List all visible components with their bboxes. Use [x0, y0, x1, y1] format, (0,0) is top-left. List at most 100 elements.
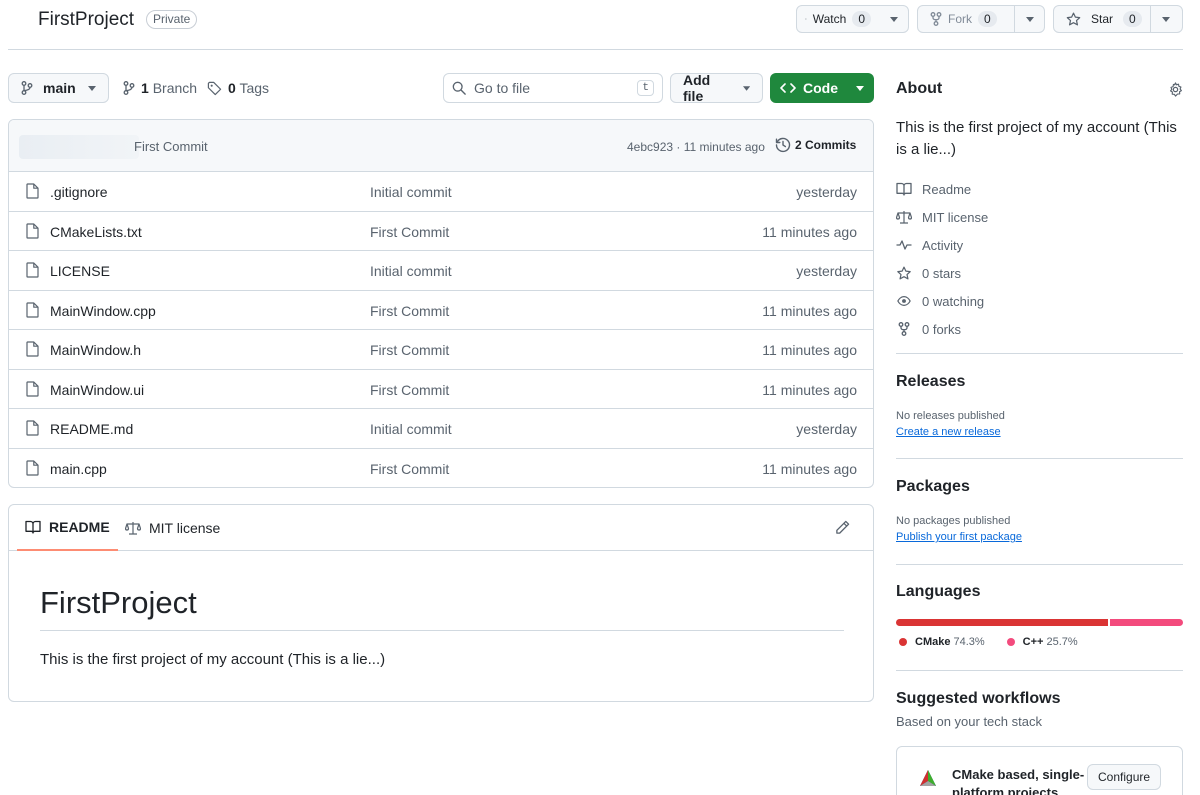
license-link[interactable]: MIT license	[896, 203, 1183, 231]
configure-button[interactable]: Configure	[1087, 764, 1162, 790]
star-icon	[897, 266, 911, 279]
watching-count: 0 watching	[922, 293, 985, 309]
sidebar-divider	[896, 564, 1183, 565]
readme-link-label: Readme	[922, 181, 972, 197]
branch-selector[interactable]: main	[8, 73, 109, 103]
go-to-file-search[interactable]: t	[443, 73, 663, 103]
caret-down-icon	[1162, 16, 1171, 22]
edit-readme-button[interactable]	[835, 520, 850, 535]
tag-icon	[207, 81, 222, 95]
language-item[interactable]: CMake 74.3%	[899, 636, 985, 648]
file-commit-message[interactable]: First Commit	[370, 303, 449, 319]
branches-link[interactable]: 1 Branch	[123, 80, 197, 96]
file-icon	[26, 420, 39, 436]
activity-link-label: Activity	[922, 237, 964, 253]
stars-link[interactable]: 0 stars	[896, 259, 1183, 287]
file-commit-message[interactable]: Initial commit	[370, 421, 452, 437]
eye-icon	[805, 18, 807, 20]
file-icon	[26, 183, 39, 199]
file-commit-message[interactable]: First Commit	[370, 382, 449, 398]
file-row[interactable]: README.md Initial commit yesterday	[9, 409, 873, 449]
fork-label: Fork	[948, 12, 972, 26]
forks-link[interactable]: 0 forks	[896, 315, 1183, 343]
file-row[interactable]: MainWindow.ui First Commit 11 minutes ag…	[9, 370, 873, 409]
file-commit-message[interactable]: Initial commit	[370, 263, 452, 279]
watching-link[interactable]: 0 watching	[896, 287, 1183, 315]
code-label: Code	[803, 80, 838, 96]
language-percent: 25.7%	[1046, 636, 1078, 648]
file-icon	[26, 459, 39, 476]
readme-heading: FirstProject	[40, 585, 197, 620]
file-commit-time: yesterday	[796, 421, 857, 437]
stars-count: 0 stars	[922, 265, 962, 281]
file-commit-time: 11 minutes ago	[762, 302, 857, 319]
file-row[interactable]: LICENSE Initial commit yesterday	[9, 251, 873, 291]
file-name[interactable]: main.cpp	[50, 461, 107, 477]
watch-label: Watch	[812, 12, 847, 26]
gear-icon[interactable]	[1168, 81, 1183, 97]
commits-history-link[interactable]: 2 Commits	[775, 137, 856, 153]
fork-count: 0	[978, 11, 997, 27]
file-commit-time: yesterday	[796, 184, 857, 200]
file-name[interactable]: LICENSE	[50, 263, 110, 279]
tags-count: 0	[228, 80, 236, 96]
fork-dropdown[interactable]	[1014, 6, 1044, 32]
star-button[interactable]: Star 0	[1053, 5, 1183, 33]
create-release-link[interactable]: Create a new release	[896, 426, 1183, 438]
sidebar-divider	[896, 458, 1183, 459]
file-row[interactable]: main.cpp First Commit 11 minutes ago	[9, 449, 873, 488]
file-name[interactable]: README.md	[50, 421, 133, 437]
latest-commit-meta[interactable]: 4ebc923 · 11 minutes ago	[627, 140, 765, 154]
visibility-badge: Private	[146, 10, 198, 29]
activity-link[interactable]: Activity	[896, 231, 1183, 259]
file-commit-message[interactable]: First Commit	[370, 224, 449, 240]
sidebar-divider	[896, 353, 1183, 354]
file-name[interactable]: MainWindow.cpp	[50, 303, 156, 319]
code-button[interactable]: Code	[770, 73, 874, 103]
watch-button[interactable]: Watch 0	[796, 5, 909, 33]
book-icon	[896, 182, 912, 196]
tab-license[interactable]: MIT license	[125, 505, 220, 551]
branch-icon	[21, 81, 33, 95]
releases-title[interactable]: Releases	[896, 373, 1183, 391]
pencil-icon	[836, 520, 850, 534]
readme-link[interactable]: Readme	[896, 175, 1183, 203]
go-to-file-input[interactable]	[474, 80, 630, 96]
latest-commit-message[interactable]: First Commit	[134, 139, 208, 154]
file-row[interactable]: .gitignore Initial commit yesterday	[9, 172, 873, 212]
file-commit-message[interactable]: First Commit	[370, 342, 449, 358]
watch-count: 0	[852, 11, 871, 27]
tags-link[interactable]: 0 Tags	[207, 80, 269, 96]
file-row[interactable]: MainWindow.h First Commit 11 minutes ago	[9, 330, 873, 370]
workflows-title: Suggested workflows	[896, 690, 1061, 707]
repo-title[interactable]: FirstProject	[38, 9, 134, 31]
file-name[interactable]: .gitignore	[50, 184, 108, 200]
readme-tabs: README MIT license	[9, 505, 873, 551]
avatar[interactable]	[19, 135, 139, 159]
file-name[interactable]: MainWindow.ui	[50, 382, 144, 398]
watch-dropdown[interactable]	[879, 16, 908, 22]
file-name[interactable]: MainWindow.h	[50, 342, 141, 358]
releases-section: Releases No releases published Create a …	[896, 373, 1183, 438]
workflows-section: Suggested workflows Based on your tech s…	[896, 690, 1183, 729]
file-commit-message[interactable]: Initial commit	[370, 184, 452, 200]
tab-license-label: MIT license	[149, 520, 221, 536]
language-item[interactable]: C++ 25.7%	[1006, 636, 1078, 648]
packages-title[interactable]: Packages	[896, 478, 1183, 496]
file-row[interactable]: MainWindow.cpp First Commit 11 minutes a…	[9, 291, 873, 330]
branch-icon	[123, 81, 135, 95]
fork-button[interactable]: Fork 0	[917, 5, 1045, 33]
license-link-label: MIT license	[922, 209, 989, 225]
file-row[interactable]: CMakeLists.txt First Commit 11 minutes a…	[9, 212, 873, 251]
file-name[interactable]: CMakeLists.txt	[50, 224, 142, 240]
publish-package-link[interactable]: Publish your first package	[896, 531, 1183, 543]
tab-readme[interactable]: README	[17, 505, 118, 551]
languages-legend: CMake 74.3% C++ 25.7%	[899, 636, 1078, 648]
language-bar-segment	[1109, 619, 1183, 626]
file-commit-message[interactable]: First Commit	[370, 461, 449, 477]
add-file-button[interactable]: Add file	[670, 72, 763, 104]
fork-icon	[898, 322, 910, 336]
star-dropdown[interactable]	[1149, 6, 1182, 32]
packages-empty-text: No packages published	[896, 515, 1011, 527]
file-commit-time: 11 minutes ago	[762, 223, 857, 240]
